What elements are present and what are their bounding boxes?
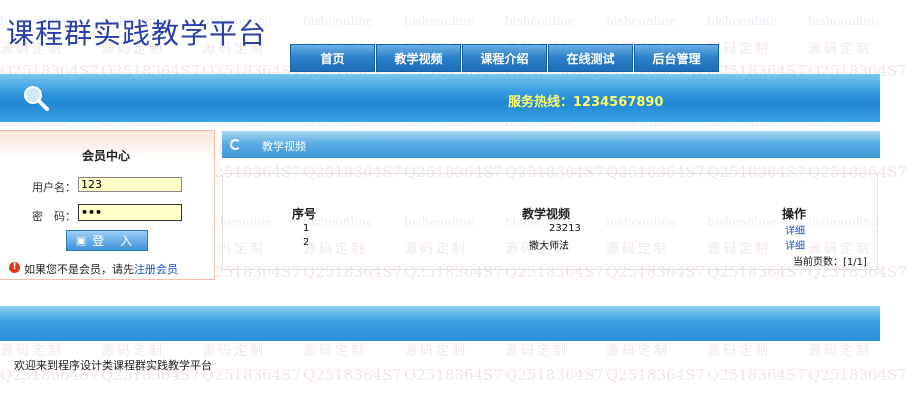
member-center-panel: 会员中心 用户名： 密 码： ▣ 登 入 ! 如果您不是会员，请先注册会员 (0, 130, 215, 280)
password-input[interactable] (78, 204, 182, 221)
nav-item-course-intro[interactable]: 课程介绍 (462, 44, 547, 72)
video-panel-header: 教学视频 (222, 131, 880, 158)
login-button[interactable]: ▣ 登 入 (66, 230, 148, 251)
col-header-index: 序号 (292, 207, 317, 221)
service-hotline: 服务热线：1234567890 (508, 95, 664, 110)
register-link[interactable]: 注册会员 (134, 263, 178, 276)
refresh-icon (230, 139, 241, 150)
row-2-detail-link[interactable]: 详细 (785, 237, 805, 252)
nav-item-admin[interactable]: 后台管理 (634, 44, 719, 72)
row-2-index: 2 (303, 237, 310, 248)
video-panel-title: 教学视频 (262, 140, 306, 153)
col-header-video: 教学视频 (522, 207, 571, 221)
col-header-action: 操作 (782, 207, 807, 221)
login-icon: ▣ (75, 234, 87, 247)
login-button-label: 登 入 (92, 234, 139, 248)
register-notice-text: 如果您不是会员，请先 (24, 263, 134, 276)
row-1-video: 23213 (549, 223, 581, 234)
page-indicator: 当前页数：[1/1] (793, 257, 867, 268)
warning-icon: ! (9, 262, 20, 273)
magnifier-icon (24, 86, 49, 111)
username-label: 用户名： (32, 181, 76, 194)
username-input[interactable] (78, 177, 182, 192)
register-notice: ! 如果您不是会员，请先注册会员 (9, 261, 178, 277)
nav-item-home[interactable]: 首页 (290, 44, 375, 72)
footer-welcome-text: 欢迎来到程序设计类课程群实践教学平台 (14, 359, 212, 372)
footer-bar (0, 306, 880, 341)
member-center-title: 会员中心 (82, 149, 131, 163)
nav-item-teaching-video[interactable]: 教学视频 (376, 44, 461, 72)
banner: 服务热线：1234567890 (0, 74, 880, 122)
nav-item-online-test[interactable]: 在线测试 (548, 44, 633, 72)
site-title: 课程群实践教学平台 (6, 17, 268, 50)
row-1-detail-link[interactable]: 详细 (785, 222, 805, 237)
row-1-index: 1 (303, 223, 310, 234)
main-nav: 首页 教学视频 课程介绍 在线测试 后台管理 (290, 44, 720, 72)
password-label: 密 码： (32, 210, 76, 223)
row-2-video: 撒大师法 (529, 241, 569, 252)
